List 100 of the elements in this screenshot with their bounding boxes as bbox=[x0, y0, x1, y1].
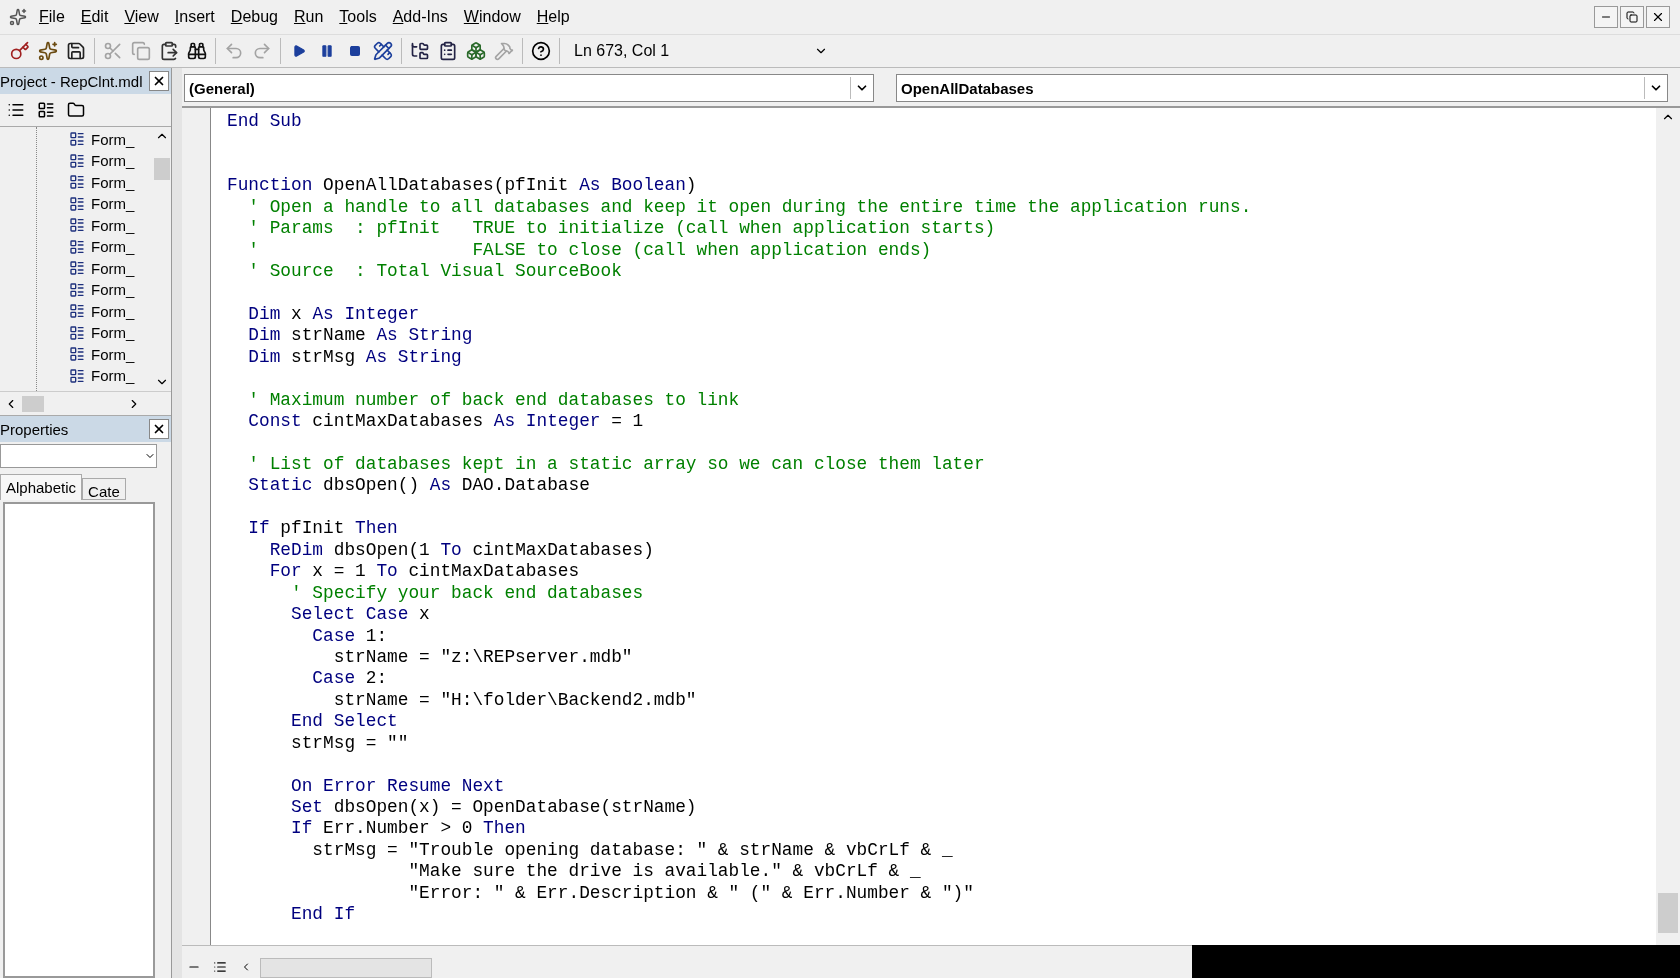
close-button[interactable] bbox=[149, 419, 169, 439]
code-line: Select Case x bbox=[290, 604, 431, 626]
paste-icon bbox=[159, 41, 179, 61]
pause-icon bbox=[320, 44, 334, 58]
tree-item[interactable]: Form_ bbox=[69, 259, 153, 278]
menu-item[interactable]: Window bbox=[456, 4, 528, 30]
minimize-button[interactable] bbox=[1594, 6, 1618, 28]
cursor-position: Ln 673, Col 1 bbox=[574, 42, 671, 60]
tree-item[interactable]: Form_ bbox=[69, 194, 153, 213]
scissors-icon bbox=[103, 41, 123, 61]
tree-item[interactable]: Form_ bbox=[69, 237, 153, 256]
form-icon bbox=[69, 152, 85, 169]
project-title: Project - RepClnt.mdl bbox=[0, 72, 143, 90]
stop-icon bbox=[349, 45, 361, 57]
module-view-icon[interactable] bbox=[213, 960, 227, 974]
copy-icon bbox=[131, 41, 151, 61]
form-icon bbox=[69, 238, 85, 255]
object-dropdown[interactable] bbox=[0, 444, 157, 468]
menu-item[interactable]: File bbox=[32, 4, 72, 30]
tree-item[interactable]: Form_ bbox=[69, 280, 153, 299]
key-icon bbox=[10, 41, 30, 61]
tree-item-label: Form_ bbox=[91, 345, 135, 363]
code-line: End Sub bbox=[227, 111, 303, 133]
code-line: Dim strMsg As String bbox=[247, 346, 463, 369]
tree-item[interactable]: Form_ bbox=[69, 130, 153, 149]
close-button[interactable] bbox=[149, 71, 169, 91]
code-line: If pfInit Then bbox=[247, 518, 399, 540]
close-button[interactable] bbox=[1646, 6, 1670, 28]
object-dropdown[interactable]: (General) bbox=[184, 74, 874, 102]
form-icon bbox=[69, 303, 85, 320]
code-line: ' Maximum number of back end databases to link bbox=[247, 389, 741, 412]
form-icon bbox=[69, 324, 85, 341]
tree-item[interactable]: Form_ bbox=[69, 302, 153, 321]
form-icon bbox=[69, 260, 85, 277]
scrollbar-thumb[interactable] bbox=[154, 158, 170, 180]
tree-item-label: Form_ bbox=[91, 216, 135, 234]
hammer-icon bbox=[494, 41, 514, 61]
menu-item[interactable]: Insert bbox=[167, 4, 222, 30]
code-line: ' Params : pfInit TRUE to initialize (call when application starts) bbox=[247, 218, 997, 240]
close-icon bbox=[152, 422, 166, 436]
procedure-dropdown[interactable]: OpenAllDatabases bbox=[896, 74, 1668, 102]
code-line: Set dbsOpen(x) = OpenDatabase(strName) bbox=[290, 797, 698, 819]
code-line: Case 2: bbox=[311, 668, 389, 690]
horizontal-scrollbar[interactable] bbox=[260, 958, 432, 978]
tree-item-label: Form_ bbox=[91, 238, 135, 256]
code-editor[interactable] bbox=[211, 108, 1656, 945]
code-line: For x = 1 To cintMaxDatabases bbox=[268, 561, 581, 583]
clipboard-icon bbox=[438, 41, 458, 61]
tree-icon bbox=[410, 41, 430, 61]
tree-item-label: Form_ bbox=[91, 302, 135, 320]
tree-item[interactable]: Form_ bbox=[69, 173, 153, 192]
tree-item-label: Form_ bbox=[91, 324, 135, 342]
code-line: Case 1: bbox=[311, 625, 389, 647]
undo-icon bbox=[224, 41, 244, 61]
properties-tab[interactable]: Cate bbox=[82, 478, 126, 500]
code-line: Dim strName As String bbox=[247, 325, 474, 347]
form-icon bbox=[69, 195, 85, 212]
tree-item-label: Form_ bbox=[91, 259, 135, 277]
tree-item[interactable]: Form_ bbox=[69, 151, 153, 170]
properties-tab[interactable]: Alphabetic bbox=[0, 474, 83, 500]
save-icon bbox=[66, 41, 86, 61]
scrollbar-thumb[interactable] bbox=[22, 395, 44, 412]
tree-item[interactable]: Form_ bbox=[69, 366, 153, 385]
boxes-icon bbox=[466, 41, 486, 61]
sparkle-icon bbox=[38, 41, 58, 61]
play-icon bbox=[292, 44, 306, 58]
code-line: "Make sure the drive is available." & vbCrLf & _ bbox=[407, 861, 922, 883]
binoculars-icon bbox=[187, 41, 207, 61]
properties-title: Properties bbox=[0, 420, 69, 438]
tree-item-label: Form_ bbox=[91, 173, 135, 191]
restore-button[interactable] bbox=[1620, 6, 1644, 28]
redo-icon bbox=[252, 41, 272, 61]
list-icon[interactable] bbox=[7, 101, 25, 119]
code-line: Dim x As Integer bbox=[247, 303, 421, 326]
menu-item[interactable]: View bbox=[117, 4, 166, 30]
app-icon[interactable] bbox=[9, 8, 27, 26]
tree-item[interactable]: Form_ bbox=[69, 216, 153, 235]
code-line: Static dbsOpen() As DAO.Database bbox=[247, 475, 591, 497]
form-icon bbox=[69, 174, 85, 191]
tree-item-label: Form_ bbox=[91, 281, 135, 299]
tree-item[interactable]: Form_ bbox=[69, 345, 153, 364]
scrollbar-thumb[interactable] bbox=[1658, 893, 1678, 933]
code-line: End If bbox=[290, 904, 357, 926]
menu-item[interactable]: Help bbox=[529, 4, 577, 30]
code-line: End Select bbox=[290, 711, 399, 733]
menu-item[interactable]: Run bbox=[286, 4, 331, 30]
close-icon bbox=[1651, 10, 1665, 24]
form-icon bbox=[69, 367, 85, 384]
code-line: ' FALSE to close (call when application ends) bbox=[247, 239, 933, 262]
menu-item[interactable]: Edit bbox=[73, 4, 116, 30]
menu-item[interactable]: Add-Ins bbox=[385, 4, 455, 30]
tree-item-label: Form_ bbox=[91, 130, 135, 148]
folder-icon[interactable] bbox=[67, 101, 85, 119]
tree-item-label: Form_ bbox=[91, 195, 135, 213]
code-line: Const cintMaxDatabases As Integer = 1 bbox=[247, 411, 645, 433]
code-line: ' Specify your back end databases bbox=[290, 582, 645, 605]
tree-item[interactable]: Form_ bbox=[69, 323, 153, 342]
menu-item[interactable]: Debug bbox=[223, 4, 285, 30]
form-icon[interactable] bbox=[37, 101, 55, 119]
menu-item[interactable]: Tools bbox=[332, 4, 384, 30]
